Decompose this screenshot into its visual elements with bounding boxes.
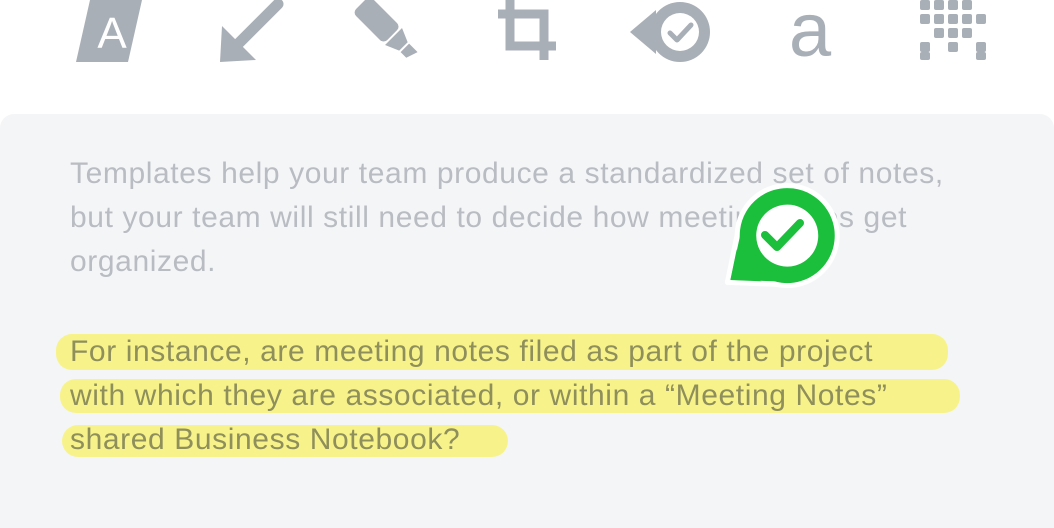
type-tool-glyph: a xyxy=(789,0,832,66)
type-tool-icon: a xyxy=(789,0,832,66)
note-paragraph-highlighted: For instance, are meeting notes filed as… xyxy=(70,330,970,462)
highlighted-line-3: shared Business Notebook? xyxy=(70,423,461,456)
stamp-tool-icon xyxy=(630,2,710,62)
checkmark-stamp-icon xyxy=(724,183,840,289)
highlighter-tool-button[interactable] xyxy=(350,0,430,66)
text-tool-button[interactable]: A xyxy=(72,0,152,66)
pixelate-tool-icon xyxy=(920,0,986,60)
highlighted-line-1: For instance, are meeting notes filed as… xyxy=(70,335,874,368)
annotation-toolbar: A a xyxy=(0,0,1054,100)
highlighted-line-2: with which they are associated, or withi… xyxy=(70,379,888,412)
crop-tool-button[interactable] xyxy=(490,0,570,66)
arrow-tool-button[interactable] xyxy=(212,0,292,66)
highlighter-tool-icon xyxy=(354,0,418,58)
crop-tool-icon xyxy=(498,0,556,60)
arrow-tool-icon xyxy=(220,0,284,62)
text-tool-glyph: A xyxy=(97,9,127,58)
pixelate-tool-button[interactable] xyxy=(912,0,992,66)
text-tool-icon: A xyxy=(76,0,142,62)
stamp-tool-button[interactable] xyxy=(630,0,710,66)
approved-stamp-annotation[interactable] xyxy=(700,172,850,312)
type-tool-button[interactable]: a xyxy=(770,0,850,66)
